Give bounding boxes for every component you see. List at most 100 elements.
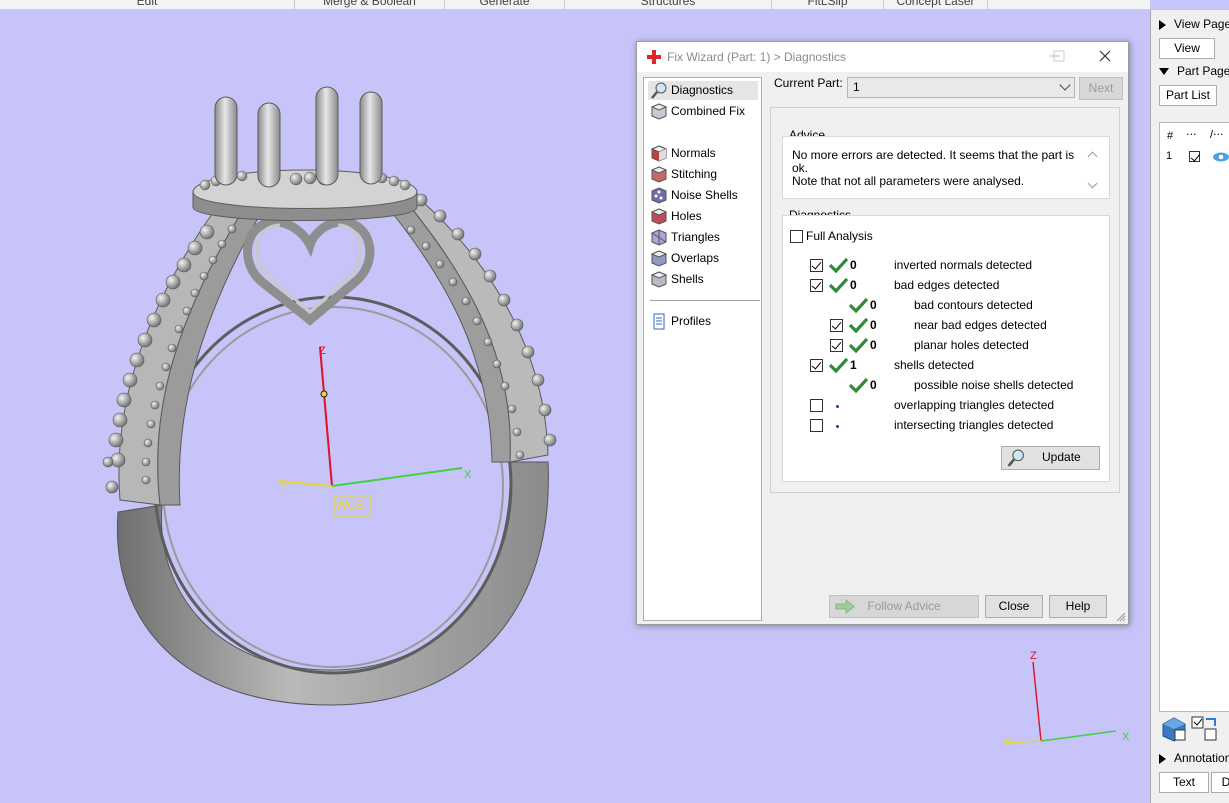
menu-concept-laser[interactable]: Concept Laser bbox=[884, 0, 988, 9]
follow-advice-button[interactable]: Follow Advice bbox=[829, 595, 979, 618]
fix-wizard-dialog: Fix Wizard (Part: 1) > Diagnostics Diagn… bbox=[636, 41, 1129, 625]
corner-x-axis-label: X bbox=[1122, 731, 1130, 743]
holes-cube-icon bbox=[650, 208, 668, 225]
green-check-icon bbox=[829, 257, 848, 273]
part-pages-header[interactable]: Part Pages bbox=[1159, 64, 1229, 78]
diagnostic-count: 0 bbox=[870, 298, 877, 312]
menu-generate[interactable]: Generate bbox=[445, 0, 565, 9]
help-button[interactable]: Help bbox=[1049, 595, 1107, 618]
tab-text[interactable]: Text bbox=[1159, 772, 1209, 793]
resize-grip-icon[interactable] bbox=[1116, 612, 1126, 622]
col-header-visible: ‧‧‧ bbox=[1186, 129, 1197, 141]
diagnostic-label: inverted normals detected bbox=[894, 258, 1033, 272]
col-header-number: # bbox=[1167, 130, 1174, 142]
tab-d[interactable]: D bbox=[1211, 772, 1229, 793]
nav-item-shells[interactable]: Shells bbox=[648, 270, 704, 289]
col-header-name: /‧‧‧ bbox=[1210, 129, 1224, 141]
diagnostic-label: bad contours detected bbox=[914, 298, 1033, 312]
menu-edit[interactable]: Edit bbox=[0, 0, 295, 9]
diagnostic-count: 0 bbox=[850, 278, 857, 292]
nav-item-stitching[interactable]: Stitching bbox=[648, 165, 717, 184]
close-button[interactable]: Close bbox=[985, 595, 1043, 618]
nav-label: Holes bbox=[671, 209, 702, 223]
arrow-right-icon bbox=[835, 599, 855, 614]
advice-text: No more errors are detected. It seems th… bbox=[792, 148, 1075, 188]
z-axis-label: Z bbox=[319, 345, 326, 357]
fix-wizard-nav: Diagnostics Combined Fix Normals Stitchi… bbox=[643, 77, 762, 621]
dialog-title: Fix Wizard (Part: 1) > Diagnostics bbox=[667, 50, 847, 64]
diagnostic-checkbox[interactable] bbox=[810, 279, 823, 292]
diagnostic-checkbox[interactable] bbox=[810, 399, 823, 412]
chevron-down-icon bbox=[1059, 79, 1071, 91]
view-pages-label: View Pages bbox=[1174, 17, 1229, 31]
update-button-label: Update bbox=[1042, 450, 1081, 464]
green-check-icon bbox=[849, 377, 868, 393]
diagnostic-count: 0 bbox=[870, 338, 877, 352]
diagnostic-checkbox[interactable] bbox=[810, 259, 823, 272]
corner-y-axis-label: Y bbox=[1004, 736, 1012, 748]
noise-shells-cube-icon bbox=[651, 187, 667, 204]
diagnostic-label: near bad edges detected bbox=[914, 318, 1047, 332]
nav-label: Combined Fix bbox=[671, 104, 746, 118]
current-part-select[interactable]: 1 bbox=[847, 77, 1075, 98]
diagnostic-count: 0 bbox=[870, 378, 877, 392]
tab-part-list[interactable]: Part List bbox=[1159, 85, 1217, 106]
x-axis-line bbox=[331, 467, 463, 487]
close-icon[interactable] bbox=[1097, 48, 1113, 64]
diagnostic-label: possible noise shells detected bbox=[914, 378, 1074, 392]
nav-item-triangles[interactable]: Triangles bbox=[648, 228, 720, 247]
toggle-checkboxes-icon[interactable] bbox=[1191, 716, 1219, 742]
annotations-header[interactable]: Annotations bbox=[1159, 751, 1229, 765]
nav-label: Noise Shells bbox=[671, 188, 738, 202]
expand-arrow-icon bbox=[1159, 19, 1166, 30]
diagnostic-count: 0 bbox=[870, 318, 877, 332]
view-pages-header[interactable]: View Pages bbox=[1159, 17, 1229, 31]
corner-z-axis-label: Z bbox=[1030, 650, 1037, 662]
magnifier-icon bbox=[651, 82, 667, 99]
nav-item-noise-shells[interactable]: Noise Shells bbox=[648, 186, 738, 205]
diagnostic-label: bad edges detected bbox=[894, 278, 1000, 292]
nav-item-holes[interactable]: Holes bbox=[648, 207, 702, 226]
part-visible-checkbox[interactable] bbox=[1189, 151, 1200, 162]
eye-icon[interactable] bbox=[1212, 152, 1229, 162]
part-list-table: # ‧‧‧ /‧‧‧ 1 bbox=[1159, 122, 1229, 712]
nav-label: Normals bbox=[671, 146, 716, 160]
nav-item-profiles[interactable]: Profiles bbox=[648, 312, 711, 331]
green-check-icon bbox=[849, 317, 868, 333]
tab-view[interactable]: View bbox=[1159, 38, 1215, 59]
diagnostic-count: 0 bbox=[850, 258, 857, 272]
menu-fitlslip[interactable]: FitLSlip bbox=[772, 0, 884, 9]
nav-item-overlaps[interactable]: Overlaps bbox=[648, 249, 719, 268]
not-analysed-dot-icon bbox=[836, 425, 839, 428]
y-axis-label: Y bbox=[280, 480, 288, 492]
maximize-icon[interactable] bbox=[1051, 48, 1067, 64]
diagnostic-label: planar holes detected bbox=[914, 338, 1029, 352]
next-button[interactable]: Next bbox=[1079, 77, 1123, 100]
stitching-cube-icon bbox=[650, 166, 668, 183]
diagnostic-checkbox[interactable] bbox=[830, 319, 843, 332]
nav-label: Triangles bbox=[671, 230, 720, 244]
menu-structures[interactable]: Structures bbox=[565, 0, 772, 9]
follow-advice-label: Follow Advice bbox=[867, 599, 941, 613]
overlaps-cube-icon bbox=[650, 250, 668, 267]
right-side-panel: View Pages View Part Pages Part List # ‧… bbox=[1150, 10, 1229, 803]
combined-fix-cube-icon bbox=[650, 103, 668, 120]
nav-item-normals[interactable]: Normals bbox=[648, 144, 716, 163]
diagnostic-checkbox[interactable] bbox=[830, 339, 843, 352]
nav-label: Profiles bbox=[671, 314, 712, 328]
nav-label: Stitching bbox=[671, 167, 718, 181]
wcs-label: WCS bbox=[336, 498, 364, 512]
update-button[interactable]: Update bbox=[1001, 446, 1100, 470]
full-analysis-checkbox[interactable] bbox=[790, 230, 803, 243]
parts-cube-icon[interactable] bbox=[1161, 716, 1187, 742]
profiles-document-icon bbox=[653, 313, 665, 330]
diagnostic-checkbox[interactable] bbox=[810, 419, 823, 432]
dialog-title-bar[interactable]: Fix Wizard (Part: 1) > Diagnostics bbox=[637, 42, 1128, 72]
collapse-arrow-icon bbox=[1159, 68, 1169, 76]
diagnostic-label: intersecting triangles detected bbox=[894, 418, 1054, 432]
nav-item-diagnostics[interactable]: Diagnostics bbox=[648, 81, 758, 100]
menu-merge-boolean[interactable]: Merge & Boolean bbox=[295, 0, 445, 9]
nav-item-combined-fix[interactable]: Combined Fix bbox=[648, 102, 745, 121]
magnifier-icon bbox=[1007, 449, 1024, 467]
diagnostic-checkbox[interactable] bbox=[810, 359, 823, 372]
